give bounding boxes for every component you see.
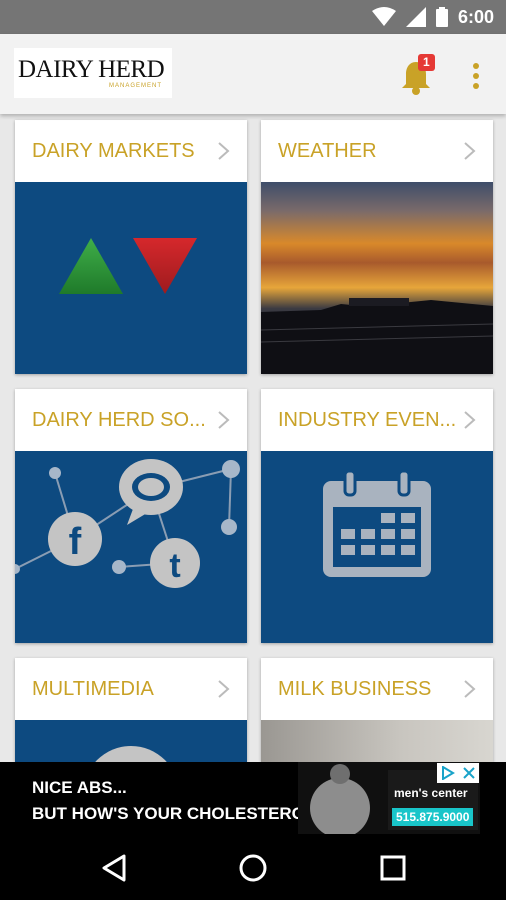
- tile-industry-events[interactable]: INDUSTRY EVEN...: [261, 389, 493, 643]
- social-network-icon: f t: [15, 459, 240, 588]
- tile-weather[interactable]: WEATHER: [261, 120, 493, 374]
- more-vert-icon: [473, 63, 479, 89]
- tile-title: MILK BUSINESS: [278, 677, 432, 700]
- system-nav-bar: [0, 834, 506, 900]
- tile-title: MULTIMEDIA: [32, 677, 154, 700]
- farm-silhouette: [261, 298, 493, 374]
- ad-choices-icon: [442, 766, 455, 780]
- ad-phone: 515.875.9000: [392, 808, 474, 826]
- tile-header: MILK BUSINESS: [261, 658, 493, 720]
- wifi-icon: [371, 7, 396, 26]
- home-button[interactable]: [235, 850, 271, 886]
- tile-dairy-markets[interactable]: DAIRY MARKETS: [15, 120, 247, 374]
- status-time: 6:00: [457, 6, 494, 27]
- tile-header: DAIRY MARKETS: [15, 120, 247, 182]
- ad-brand: men's center: [394, 786, 468, 800]
- weather-sunset-photo: [261, 182, 493, 374]
- ad-banner[interactable]: NICE ABS... BUT HOW'S YOUR CHOLESTEROL? …: [0, 762, 506, 834]
- tile-title: DAIRY MARKETS: [32, 139, 195, 162]
- back-button[interactable]: [96, 850, 132, 886]
- svg-text:f: f: [69, 521, 82, 563]
- status-icons: 6:00: [371, 0, 494, 34]
- overflow-menu-button[interactable]: [462, 58, 490, 94]
- status-bar: 6:00: [0, 0, 506, 34]
- chevron-right-icon: [464, 680, 476, 698]
- tile-title: WEATHER: [278, 139, 377, 162]
- battery-icon: [435, 7, 448, 27]
- tile-multimedia[interactable]: MULTIMEDIA: [15, 658, 247, 762]
- logo-subtext: MANAGEMENT: [108, 82, 162, 89]
- tile-header: DAIRY HERD SO...: [15, 389, 247, 451]
- back-icon: [102, 854, 126, 882]
- tile-milk-business[interactable]: MILK BUSINESS: [261, 658, 493, 762]
- app-bar: DAIRY HERD MANAGEMENT 1: [0, 34, 506, 114]
- chevron-right-icon: [464, 411, 476, 429]
- ad-headline: NICE ABS...: [32, 778, 127, 797]
- svg-text:t: t: [169, 547, 180, 585]
- tile-image-markets: [15, 182, 247, 374]
- social-network-graphic: f t: [15, 451, 247, 643]
- tile-title: DAIRY HERD SO...: [32, 408, 206, 431]
- calendar-graphic: [261, 451, 493, 643]
- ad-subheadline: BUT HOW'S YOUR CHOLESTEROL?: [32, 804, 326, 823]
- recents-icon: [380, 855, 406, 881]
- market-arrows-icon: [59, 238, 197, 294]
- signal-icon: [405, 7, 426, 27]
- play-icon: [95, 746, 167, 762]
- notification-badge: 1: [418, 54, 435, 71]
- home-icon: [239, 854, 267, 882]
- tile-header: MULTIMEDIA: [15, 658, 247, 720]
- close-icon[interactable]: [463, 767, 475, 779]
- app-logo[interactable]: DAIRY HERD MANAGEMENT: [14, 48, 172, 98]
- milk-business-photo: [261, 720, 493, 762]
- tile-dairy-herd-social[interactable]: DAIRY HERD SO... f t: [15, 389, 247, 643]
- chevron-right-icon: [218, 142, 230, 160]
- calendar-icon: [323, 469, 431, 577]
- multimedia-graphic: [15, 720, 247, 762]
- chevron-right-icon: [218, 411, 230, 429]
- recents-button[interactable]: [375, 850, 411, 886]
- chevron-right-icon: [218, 680, 230, 698]
- notifications-button[interactable]: 1: [398, 54, 442, 98]
- tile-header: WEATHER: [261, 120, 493, 182]
- chevron-right-icon: [464, 142, 476, 160]
- logo-text: DAIRY HERD: [18, 55, 165, 83]
- ad-choices[interactable]: [437, 763, 479, 783]
- tile-header: INDUSTRY EVEN...: [261, 389, 493, 451]
- tile-title: INDUSTRY EVEN...: [278, 408, 457, 431]
